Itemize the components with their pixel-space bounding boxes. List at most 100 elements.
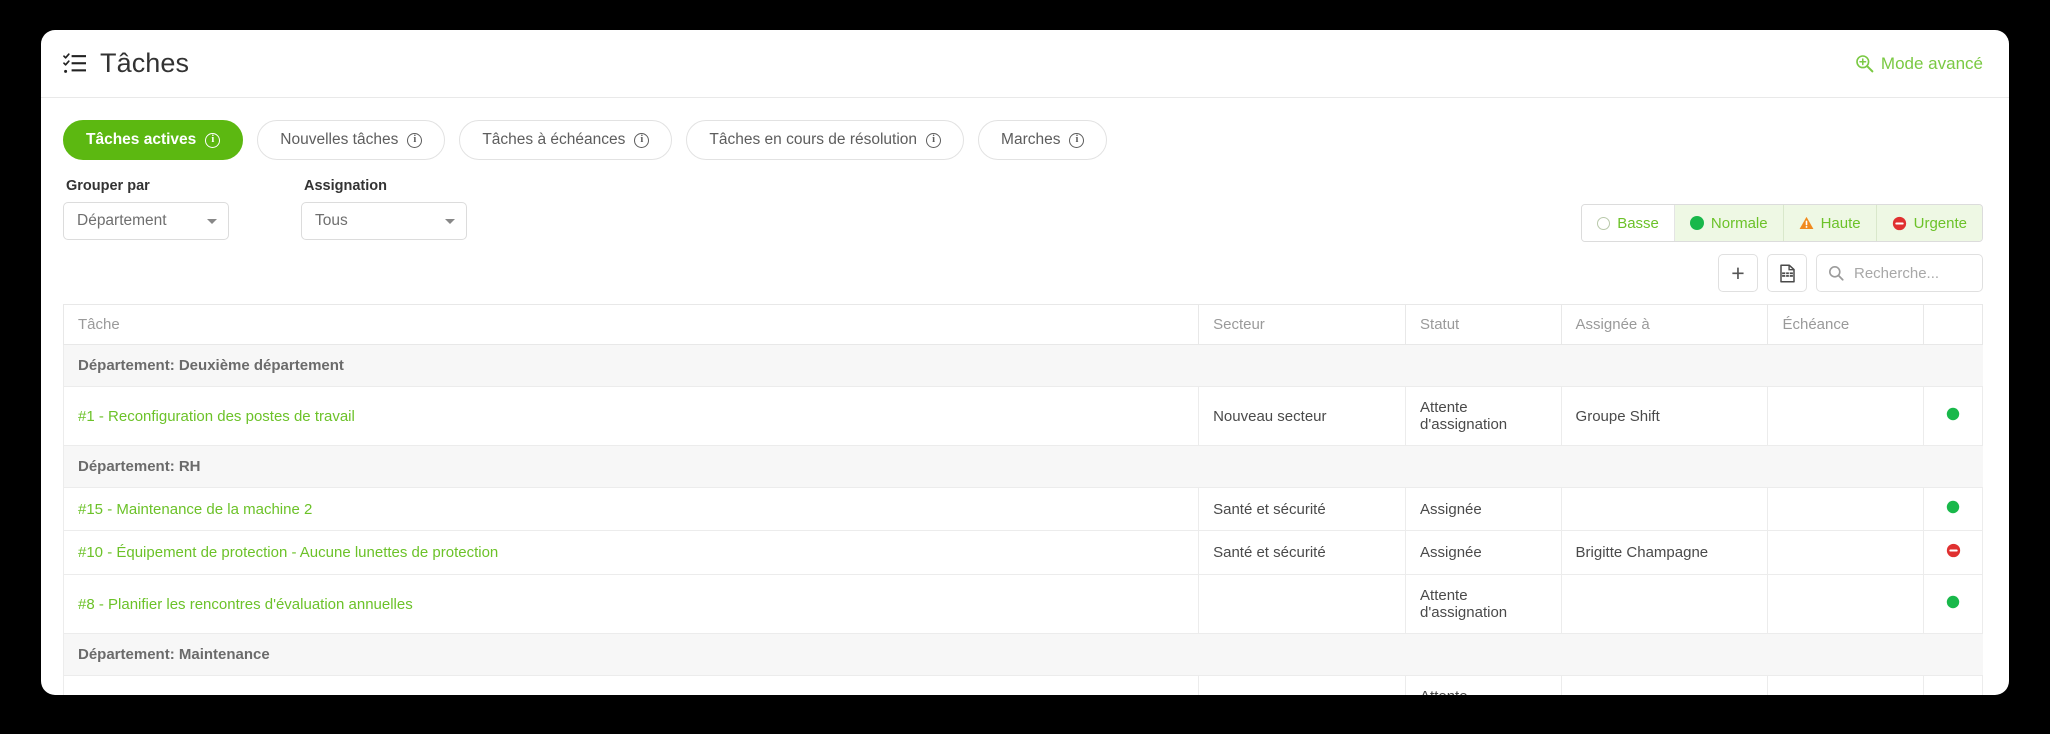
info-icon: i: [205, 132, 221, 148]
task-link[interactable]: #10 - Équipement de protection - Aucune …: [78, 544, 498, 561]
echeance-cell: [1767, 530, 1924, 575]
assignee-cell: [1561, 675, 1769, 695]
zoom-in-icon: [1856, 55, 1874, 73]
assignee-cell: [1561, 487, 1769, 531]
priority-filter-basse[interactable]: Basse: [1582, 205, 1675, 241]
priority-filter-haute[interactable]: Haute: [1783, 205, 1877, 241]
priority-filter-group: Basse Normale Haute Urgente: [1581, 204, 1983, 242]
table-row[interactable]: #10 - Équipement de protection - Aucune …: [62, 530, 1983, 575]
column-header-assignee[interactable]: Assignée à: [1561, 304, 1769, 345]
green-dot-icon: [1946, 595, 1960, 609]
group-by-value: Département: [77, 212, 167, 229]
warning-triangle-icon: [1799, 216, 1814, 229]
statut-cell: Attente d'assignation: [1405, 574, 1562, 634]
echeance-cell: [1767, 487, 1924, 531]
group-by-label: Grouper par: [66, 178, 150, 194]
secteur-cell: Santé et sécurité: [1198, 530, 1407, 575]
task-cell: #15 - Maintenance de la machine 2: [62, 487, 1200, 531]
task-link[interactable]: #1 - Reconfiguration des postes de trava…: [78, 408, 355, 425]
task-cell: #1 - Reconfiguration des postes de trava…: [62, 386, 1200, 446]
assignation-select[interactable]: Tous: [301, 202, 467, 240]
green-dot-icon: [1689, 216, 1704, 230]
task-link[interactable]: #15 - Maintenance de la machine 2: [78, 501, 312, 518]
assignation-label: Assignation: [304, 178, 387, 194]
statut-cell: Assignée: [1405, 530, 1562, 575]
empty-circle-icon: [1597, 216, 1611, 230]
priority-cell: [1923, 574, 1983, 634]
table-row[interactable]: #8 - Planifier les rencontres d'évaluati…: [62, 574, 1983, 634]
info-icon: i: [407, 132, 423, 148]
info-icon: i: [634, 132, 650, 148]
priority-cell: [1923, 487, 1983, 531]
advanced-mode-link[interactable]: Mode avancé: [1855, 54, 1983, 74]
assignee-cell: Groupe Shift: [1561, 386, 1769, 446]
priority-filter-urgente[interactable]: Urgente: [1876, 205, 1982, 241]
task-cell: #9 - Documentation de non-conformité pou…: [62, 675, 1200, 695]
search-input[interactable]: [1852, 263, 1971, 283]
echeance-cell: [1767, 574, 1924, 634]
column-header-tache[interactable]: Tâche: [62, 304, 1200, 345]
tab-label: Tâches en cours de résolution: [709, 131, 918, 148]
task-cell: #10 - Équipement de protection - Aucune …: [62, 530, 1200, 575]
info-icon: i: [926, 132, 942, 148]
priority-label: Haute: [1820, 214, 1861, 232]
tab-label: Nouvelles tâches: [280, 131, 399, 148]
priority-filter-normale[interactable]: Normale: [1674, 205, 1784, 241]
group-label: Département: Deuxième département: [63, 344, 1983, 387]
tasks-card: Tâches Mode avancé Tâches actives i Nouv…: [41, 30, 2009, 695]
filters-row: Grouper par Département Assignation Tous…: [41, 160, 2009, 242]
green-dot-icon: [1946, 407, 1960, 421]
assignation-field: Assignation Tous: [301, 178, 467, 240]
table-header-row: Tâche Secteur Statut Assignée à Échéance: [62, 304, 1983, 345]
table-row[interactable]: #1 - Reconfiguration des postes de trava…: [62, 386, 1983, 446]
add-task-button[interactable]: +: [1718, 254, 1758, 292]
table-row[interactable]: #15 - Maintenance de la machine 2 Santé …: [62, 487, 1983, 531]
page-title: Tâches: [100, 48, 190, 78]
tab-nouvelles-taches[interactable]: Nouvelles tâches i: [257, 120, 446, 160]
tab-label: Marches: [1001, 131, 1061, 148]
echeance-cell: [1767, 675, 1924, 695]
group-by-select[interactable]: Département: [63, 202, 229, 240]
column-header-statut[interactable]: Statut: [1405, 304, 1562, 345]
statut-cell: Attente d'assignation: [1405, 675, 1562, 695]
task-cell: #8 - Planifier les rencontres d'évaluati…: [62, 574, 1200, 634]
checklist-icon: [63, 52, 86, 73]
tab-taches-a-echeances[interactable]: Tâches à échéances i: [459, 120, 673, 160]
priority-cell: [1923, 530, 1983, 575]
statut-cell: Assignée: [1405, 487, 1562, 531]
info-icon: i: [1069, 132, 1085, 148]
tasks-table: Tâche Secteur Statut Assignée à Échéance…: [62, 304, 1983, 695]
assignee-cell: [1561, 574, 1769, 634]
secteur-cell: Santé et sécurité: [1198, 487, 1407, 531]
priority-label: Basse: [1617, 214, 1659, 232]
secteur-cell: Nouveau secteur: [1198, 386, 1407, 446]
tasks-table-wrap: Tâche Secteur Statut Assignée à Échéance…: [62, 304, 1983, 695]
column-header-secteur[interactable]: Secteur: [1198, 304, 1407, 345]
page-title-wrap: Tâches: [63, 50, 189, 77]
group-header-row[interactable]: Département: RH: [63, 445, 1983, 488]
search-icon: [1829, 266, 1844, 281]
tab-marches[interactable]: Marches i: [978, 120, 1108, 160]
secteur-cell: Clone - Nouveau secteur: [1198, 675, 1407, 695]
tab-taches-actives[interactable]: Tâches actives i: [63, 120, 244, 160]
table-row[interactable]: #9 - Documentation de non-conformité pou…: [62, 675, 1983, 695]
export-button[interactable]: [1767, 254, 1807, 292]
group-header-row[interactable]: Département: Maintenance: [63, 633, 1983, 676]
echeance-cell: [1767, 386, 1924, 446]
group-by-field: Grouper par Département: [63, 178, 229, 240]
statut-cell: Attente d'assignation: [1405, 386, 1562, 446]
tab-taches-en-cours-de-resolution[interactable]: Tâches en cours de résolution i: [686, 120, 965, 160]
tab-label: Tâches à échéances: [482, 131, 626, 148]
priority-cell: [1923, 675, 1983, 695]
assignee-cell: Brigitte Champagne: [1561, 530, 1769, 575]
task-link[interactable]: #8 - Planifier les rencontres d'évaluati…: [78, 596, 413, 613]
advanced-mode-label: Mode avancé: [1880, 53, 1983, 73]
column-header-priority: [1923, 304, 1983, 345]
search-box[interactable]: [1816, 254, 1983, 292]
group-header-row[interactable]: Département: Deuxième département: [63, 344, 1983, 387]
group-label: Département: Maintenance: [63, 633, 1983, 676]
table-toolbar: +: [41, 240, 2009, 292]
column-header-echeance[interactable]: Échéance: [1767, 304, 1924, 345]
stop-sign-icon: [1946, 543, 1960, 558]
group-label: Département: RH: [63, 445, 1983, 488]
